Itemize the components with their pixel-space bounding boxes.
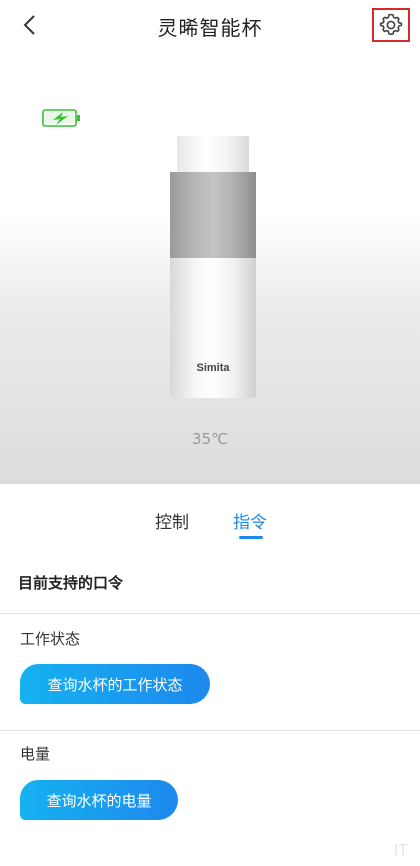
top-bar: 灵晞智能杯 [0,0,420,50]
cup-band [170,172,256,258]
cup-body [170,258,256,398]
watermark-logo: IT [393,842,408,859]
tab-control[interactable]: 控制 [155,508,189,533]
cup-brand-logo: Simita [196,362,230,374]
device-hero: Simita 35℃ [0,50,420,484]
divider [0,730,420,731]
tab-bar: 控制 指令 [0,484,420,546]
tab-command[interactable]: 指令 [233,508,267,533]
battery-charging-icon [42,109,80,127]
gear-icon [379,13,403,36]
divider [0,613,420,614]
temperature-readout: 35℃ [192,430,228,448]
settings-button[interactable] [372,8,410,42]
cup-cap [177,136,249,172]
page-title: 灵晞智能杯 [157,16,263,40]
active-tab-indicator [239,536,263,539]
group-label-status: 工作状态 [20,630,81,648]
group-label-battery: 电量 [20,745,51,763]
commands-header: 目前支持的口令 [18,574,124,592]
query-status-button[interactable]: 查询水杯的工作状态 [20,664,210,704]
query-battery-button[interactable]: 查询水杯的电量 [20,780,178,820]
smart-cup-image: Simita [168,136,258,398]
